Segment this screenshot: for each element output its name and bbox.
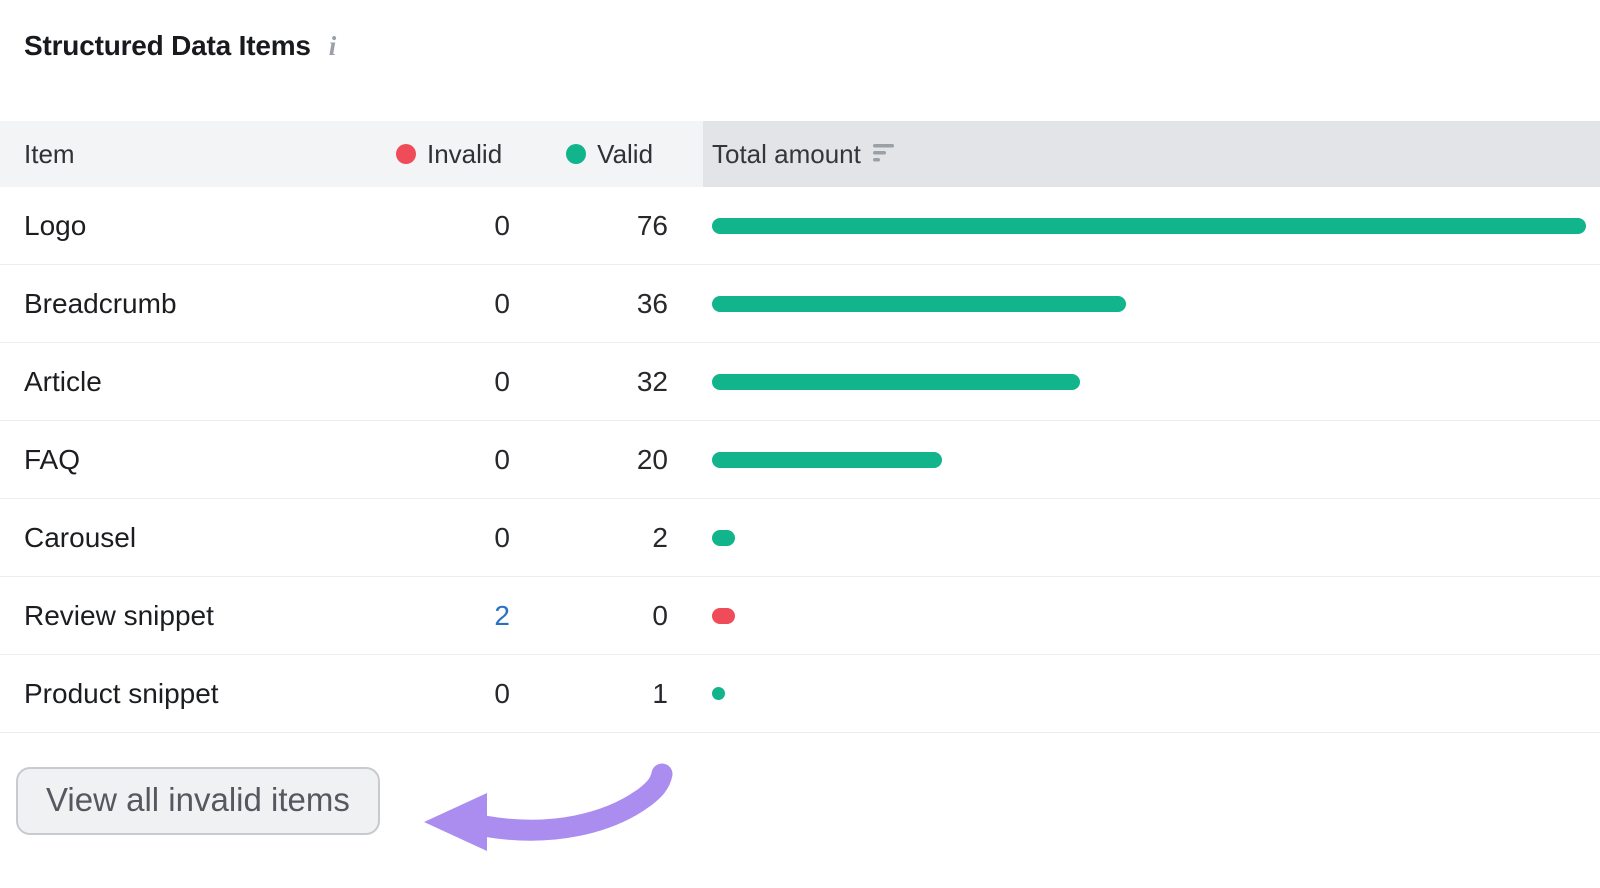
invalid-bar-segment: [712, 607, 735, 624]
legend-invalid: Invalid: [396, 139, 502, 170]
table-body: Logo 0 76 Breadcrumb 0 36 Article 0 32 FAQ 0 20 Caro…: [0, 187, 1600, 733]
info-icon[interactable]: i: [329, 31, 337, 62]
total-amount-bar: [668, 217, 1600, 234]
item-label: Article: [24, 365, 102, 397]
table-row: Carousel 0 2: [0, 499, 1600, 577]
column-header-total-amount: Total amount: [712, 138, 861, 169]
invalid-count: 0: [494, 365, 510, 397]
structured-data-widget: Structured Data Items i Item Invalid Val…: [0, 0, 1600, 835]
table-row: Logo 0 76: [0, 187, 1600, 265]
column-header-valid: Valid: [597, 138, 654, 169]
item-label: Carousel: [24, 521, 137, 553]
table-header: Item Invalid Valid Total amount: [0, 121, 1600, 187]
total-amount-bar: [668, 373, 1600, 390]
legend-valid: Valid: [566, 139, 653, 170]
column-header-item: Item: [24, 138, 75, 169]
valid-bar-segment: [712, 529, 735, 546]
invalid-count: 0: [494, 287, 510, 319]
table-row: Review snippet 2 0: [0, 577, 1600, 655]
page-title: Structured Data Items: [24, 30, 311, 61]
sort-descending-icon[interactable]: [872, 139, 897, 170]
valid-count: 32: [636, 365, 668, 397]
valid-bar-segment: [712, 687, 725, 700]
valid-bar-segment: [712, 373, 1080, 390]
total-amount-bar: [668, 295, 1600, 312]
item-label: Breadcrumb: [24, 287, 177, 319]
invalid-dot-icon: [396, 144, 416, 164]
column-header-invalid: Invalid: [427, 138, 503, 169]
item-label: Product snippet: [24, 677, 219, 709]
total-amount-bar: [668, 687, 1600, 700]
valid-count: 1: [652, 677, 668, 709]
total-amount-bar: [668, 451, 1600, 468]
widget-footer: View all invalid items: [16, 767, 1600, 835]
valid-bar-segment: [712, 217, 1586, 234]
table-header-total: Total amount: [703, 121, 1600, 187]
total-amount-bar: [668, 529, 1600, 546]
invalid-count: 0: [494, 521, 510, 553]
item-label: Logo: [24, 209, 87, 241]
item-label: Review snippet: [24, 599, 214, 631]
table-row: Article 0 32: [0, 343, 1600, 421]
valid-bar-segment: [712, 295, 1126, 312]
valid-dot-icon: [566, 144, 587, 164]
invalid-count: 0: [494, 677, 510, 709]
valid-count: 20: [636, 443, 668, 475]
table-row: FAQ 0 20: [0, 421, 1600, 499]
table-row: Product snippet 0 1: [0, 655, 1600, 733]
valid-count: 2: [652, 521, 668, 553]
valid-count: 36: [636, 287, 668, 319]
widget-header: Structured Data Items i: [24, 30, 1600, 74]
table-row: Breadcrumb 0 36: [0, 265, 1600, 343]
valid-count: 76: [636, 209, 668, 241]
view-all-invalid-items-button[interactable]: View all invalid items: [16, 767, 380, 835]
valid-count: 0: [652, 599, 668, 631]
valid-bar-segment: [712, 451, 942, 468]
invalid-count-link[interactable]: 2: [360, 600, 510, 632]
invalid-count: 0: [494, 209, 510, 241]
item-label: FAQ: [24, 443, 81, 475]
table-header-left: Item Invalid Valid: [0, 121, 703, 187]
total-amount-bar: [668, 607, 1600, 624]
invalid-count: 0: [494, 443, 510, 475]
